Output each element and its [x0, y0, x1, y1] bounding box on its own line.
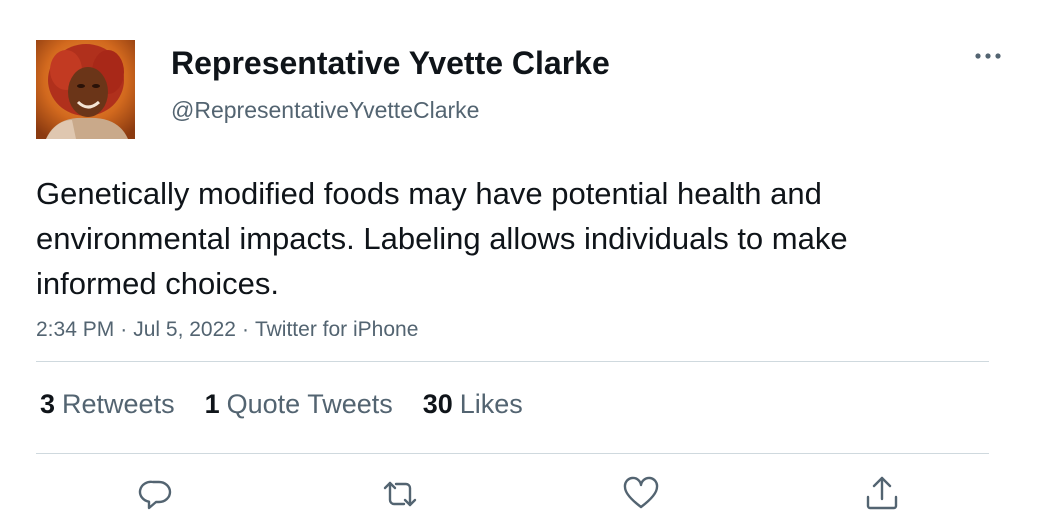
metadata-separator: ·: [241, 318, 249, 341]
likes-count: 30: [422, 389, 453, 419]
reply-button[interactable]: [136, 474, 176, 514]
more-options-button[interactable]: [972, 44, 1004, 68]
tweet-text: Genetically modified foods may have pote…: [36, 176, 848, 301]
reply-icon: [138, 480, 172, 510]
avatar-image: [36, 40, 135, 139]
tweet-metadata: 2:34 PM · Jul 5, 2022 · Twitter for iPhone: [36, 316, 418, 344]
tweet-time[interactable]: 2:34 PM: [36, 318, 114, 341]
quote-tweets-stat[interactable]: 1 Quote Tweets: [205, 387, 393, 421]
quote-tweets-count: 1: [204, 389, 220, 419]
retweets-label: Retweets: [62, 389, 175, 419]
like-button[interactable]: [621, 474, 661, 514]
divider: [36, 453, 989, 454]
retweets-count: 3: [40, 389, 56, 419]
retweets-stat[interactable]: 3 Retweets: [40, 387, 175, 421]
avatar[interactable]: [36, 40, 135, 139]
retweet-icon: [383, 481, 417, 507]
divider: [36, 361, 989, 362]
tweet-stats: 3 Retweets 1 Quote Tweets 30 Likes: [40, 387, 553, 421]
author-display-name[interactable]: Representative Yvette Clarke: [171, 44, 610, 82]
tweet-card: Representative Yvette Clarke @Representa…: [0, 0, 1050, 525]
retweet-button[interactable]: [380, 474, 420, 514]
heart-icon: [623, 476, 659, 509]
metadata-separator: ·: [120, 318, 128, 341]
more-horizontal-icon: [975, 53, 1001, 59]
likes-label: Likes: [459, 389, 523, 419]
author-handle[interactable]: @RepresentativeYvetteClarke: [171, 96, 479, 124]
tweet-date[interactable]: Jul 5, 2022: [133, 318, 236, 341]
share-icon: [866, 476, 898, 510]
quote-tweets-label: Quote Tweets: [226, 389, 393, 419]
share-button[interactable]: [862, 474, 902, 514]
action-bar: [0, 474, 1050, 514]
likes-stat[interactable]: 30 Likes: [423, 387, 523, 421]
tweet-source[interactable]: Twitter for iPhone: [255, 318, 418, 341]
